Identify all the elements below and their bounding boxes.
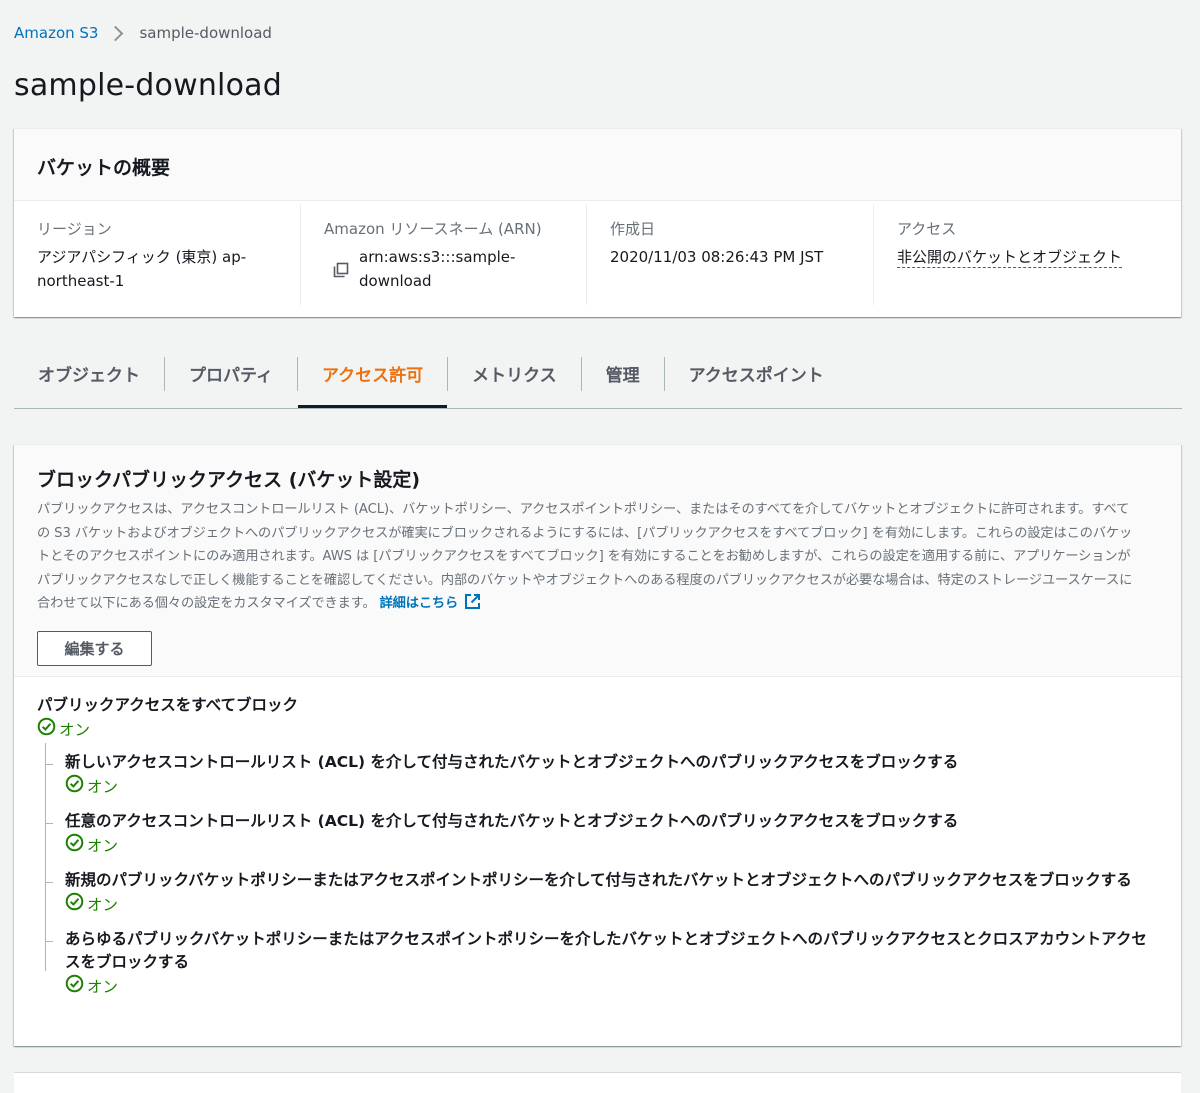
breadcrumb: Amazon S3 sample-download xyxy=(14,22,272,44)
sub-setting-label: 新しいアクセスコントロールリスト (ACL) を介して付与されたバケットとオブジ… xyxy=(65,753,959,771)
copy-icon[interactable] xyxy=(333,261,349,278)
block-public-access-header: ブロックパブリックアクセス (バケット設定) パブリックアクセスは、アクセスコン… xyxy=(14,445,1181,677)
status-on: オン xyxy=(37,717,1158,743)
arn-value: arn:aws:s3:::sample-download xyxy=(359,248,516,290)
block-public-access-description: パブリックアクセスは、アクセスコントロールリスト (ACL)、バケットポリシー、… xyxy=(37,498,1137,619)
status-label: オン xyxy=(87,896,119,914)
check-circle-icon xyxy=(65,774,87,800)
list-item: あらゆるパブリックバケットポリシーまたはアクセスポイントポリシーを介したバケット… xyxy=(45,928,1158,1000)
next-panel-edge xyxy=(14,1072,1181,1093)
created-column: 作成日 2020/11/03 08:26:43 PM JST xyxy=(586,205,873,305)
tab-properties[interactable]: プロパティ xyxy=(165,350,297,407)
status-on: オン xyxy=(65,892,1158,918)
status-label: オン xyxy=(87,778,119,796)
check-circle-icon xyxy=(65,892,87,918)
bucket-tabs: オブジェクト プロパティ アクセス許可 メトリクス 管理 アクセスポイント xyxy=(14,350,1182,409)
status-label: オン xyxy=(87,978,119,996)
block-public-access-settings: パブリックアクセスをすべてブロック オン 新しいアクセスコントロールリスト (A… xyxy=(14,677,1181,1000)
status-on: オン xyxy=(65,774,1158,800)
breadcrumb-current: sample-download xyxy=(139,24,272,42)
check-circle-icon xyxy=(37,717,59,743)
sub-setting-label: 任意のアクセスコントロールリスト (ACL) を介して付与されたバケットとオブジ… xyxy=(65,812,959,830)
region-column: リージョン アジアパシフィック (東京) ap-northeast-1 xyxy=(14,205,300,305)
block-public-access-panel: ブロックパブリックアクセス (バケット設定) パブリックアクセスは、アクセスコン… xyxy=(14,444,1181,1046)
region-label: リージョン xyxy=(37,220,112,238)
sub-settings-list: 新しいアクセスコントロールリスト (ACL) を介して付与されたバケットとオブジ… xyxy=(45,743,1158,1000)
access-label: アクセス xyxy=(897,220,957,238)
status-label: オン xyxy=(59,721,91,739)
created-value: 2020/11/03 08:26:43 PM JST xyxy=(610,248,824,266)
status-on: オン xyxy=(65,974,1158,1000)
access-value[interactable]: 非公開のバケットとオブジェクト xyxy=(897,248,1123,268)
check-circle-icon xyxy=(65,974,87,1000)
arn-column: Amazon リソースネーム (ARN) arn:aws:s3:::sample… xyxy=(300,205,586,305)
tab-permissions[interactable]: アクセス許可 xyxy=(297,350,448,408)
created-label: 作成日 xyxy=(610,220,656,238)
tab-metrics[interactable]: メトリクス xyxy=(448,350,581,407)
bucket-overview-title: バケットの概要 xyxy=(37,157,171,179)
list-item: 新規のパブリックバケットポリシーまたはアクセスポイントポリシーを介して付与された… xyxy=(45,869,1158,918)
status-label: オン xyxy=(87,837,119,855)
bucket-overview-panel: バケットの概要 リージョン アジアパシフィック (東京) ap-northeas… xyxy=(14,128,1181,317)
bucket-overview-header: バケットの概要 xyxy=(14,129,1181,201)
status-on: オン xyxy=(65,833,1158,859)
tab-management[interactable]: 管理 xyxy=(582,350,664,407)
learn-more-link[interactable]: 詳細はこちら xyxy=(380,594,482,611)
block-all-public-access-label: パブリックアクセスをすべてブロック xyxy=(37,696,299,714)
arn-label: Amazon リソースネーム (ARN) xyxy=(324,220,542,238)
page-title: sample-download xyxy=(14,68,282,103)
arn-copy-row: arn:aws:s3:::sample-download xyxy=(324,245,568,293)
list-item: 新しいアクセスコントロールリスト (ACL) を介して付与されたバケットとオブジ… xyxy=(45,751,1158,800)
sub-setting-label: 新規のパブリックバケットポリシーまたはアクセスポイントポリシーを介して付与された… xyxy=(65,871,1132,889)
external-link-icon xyxy=(464,593,481,619)
sub-setting-label: あらゆるパブリックバケットポリシーまたはアクセスポイントポリシーを介したバケット… xyxy=(65,930,1147,971)
chevron-right-icon xyxy=(108,25,124,41)
tab-objects[interactable]: オブジェクト xyxy=(14,350,164,407)
breadcrumb-link-amazon-s3[interactable]: Amazon S3 xyxy=(14,24,98,42)
check-circle-icon xyxy=(65,833,87,859)
edit-button[interactable]: 編集する xyxy=(37,630,152,666)
block-public-access-title: ブロックパブリックアクセス (バケット設定) xyxy=(37,469,421,491)
access-column: アクセス 非公開のバケットとオブジェクト xyxy=(873,205,1181,305)
tab-access-points[interactable]: アクセスポイント xyxy=(665,350,848,407)
region-value: アジアパシフィック (東京) ap-northeast-1 xyxy=(37,248,247,290)
list-item: 任意のアクセスコントロールリスト (ACL) を介して付与されたバケットとオブジ… xyxy=(45,810,1158,859)
bucket-overview-body: リージョン アジアパシフィック (東京) ap-northeast-1 Amaz… xyxy=(14,201,1181,305)
